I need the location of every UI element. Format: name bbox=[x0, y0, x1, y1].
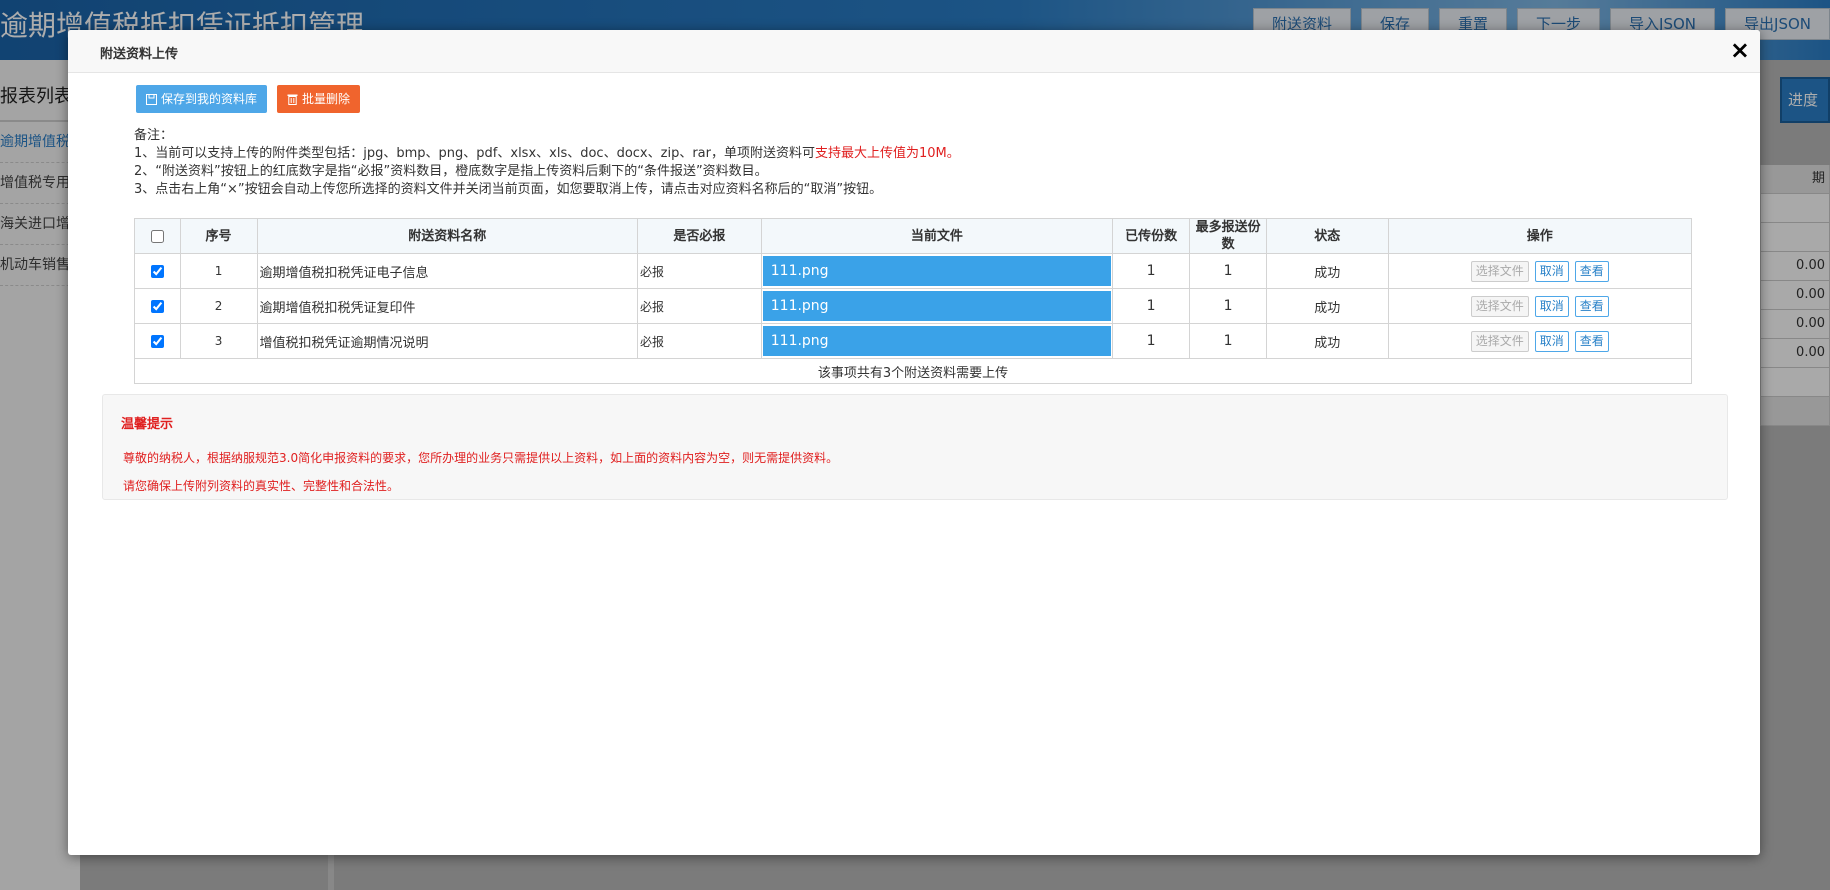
save-to-library-label: 保存到我的资料库 bbox=[161, 92, 258, 106]
warm-tips-title: 温馨提示 bbox=[121, 417, 174, 432]
row-current-file-cell: 111.png bbox=[760, 323, 1114, 359]
view-button[interactable]: 查看 bbox=[1574, 295, 1609, 317]
cancel-button[interactable]: 取消 bbox=[1534, 295, 1569, 317]
row-status: 成功 bbox=[1266, 288, 1389, 324]
table-footer: 该事项共有3个附送资料需要上传 bbox=[134, 358, 1692, 384]
row-checkbox[interactable] bbox=[150, 264, 164, 278]
table-row: 1 逾期增值税扣税凭证电子信息 必报 111.png 1 1 成功 选择文件 取消… bbox=[134, 253, 1692, 289]
row-ops: 选择文件 取消 查看 bbox=[1387, 288, 1692, 324]
close-icon[interactable]: × bbox=[1730, 36, 1750, 64]
upload-materials-dialog: 附送资料上传 × 保存到我的资料库 批量删除 备注： 1、当前可以支持上传的附件… bbox=[68, 30, 1760, 855]
column-header-current-file: 当前文件 bbox=[760, 218, 1114, 254]
table-row: 2 逾期增值税扣税凭证复印件 必报 111.png 1 1 成功 选择文件 取消查… bbox=[134, 288, 1692, 324]
view-button[interactable]: 查看 bbox=[1574, 260, 1609, 282]
choose-file-button[interactable]: 选择文件 bbox=[1470, 260, 1529, 282]
warm-tips-line-2: 请您确保上传附列资料的真实性、完整性和合法性。 bbox=[123, 479, 400, 493]
save-icon bbox=[146, 93, 157, 105]
dialog-title: 附送资料上传 bbox=[100, 47, 179, 62]
row-current-file-cell: 111.png bbox=[760, 253, 1114, 289]
row-current-file-cell: 111.png bbox=[760, 288, 1114, 324]
row-checkbox[interactable] bbox=[150, 334, 164, 348]
select-all-cell bbox=[134, 218, 181, 254]
dialog-header: 附送资料上传 × bbox=[68, 30, 1760, 73]
column-header-ops: 操作 bbox=[1387, 218, 1692, 254]
row-required: 必报 bbox=[637, 253, 762, 289]
cancel-button[interactable]: 取消 bbox=[1534, 330, 1569, 352]
row-index: 1 bbox=[179, 253, 258, 289]
row-status: 成功 bbox=[1266, 323, 1389, 359]
row-current-file: 111.png bbox=[762, 291, 1112, 321]
notes-line-3: 3、点击右上角“×”按钮会自动上传您所选择的资料文件并关闭当前页面，如您要取消上… bbox=[134, 182, 883, 197]
row-ops: 选择文件 取消 查看 bbox=[1387, 323, 1692, 359]
row-select-cell bbox=[134, 253, 181, 289]
table-row: 3 增值税扣税凭证逾期情况说明 必报 111.png 1 1 成功 选择文件 取消… bbox=[134, 323, 1692, 359]
column-header-status: 状态 bbox=[1266, 218, 1389, 254]
table-footer-row: 该事项共有3个附送资料需要上传 bbox=[134, 358, 1692, 384]
batch-delete-label: 批量删除 bbox=[302, 92, 351, 106]
column-header-uploaded: 已传份数 bbox=[1112, 218, 1191, 254]
warm-tips-line-1: 尊敬的纳税人，根据纳服规范3.0简化申报资料的要求，您所办理的业务只需提供以上资… bbox=[123, 451, 839, 465]
dialog-actions: 保存到我的资料库 批量删除 bbox=[136, 85, 370, 113]
attachments-table: 序号 附送资料名称 是否必报 当前文件 已传份数 最多报送份数 状态 操作 1 … bbox=[134, 218, 1692, 384]
row-max: 1 bbox=[1189, 323, 1268, 359]
column-header-name: 附送资料名称 bbox=[256, 218, 639, 254]
row-uploaded: 1 bbox=[1112, 323, 1191, 359]
row-index: 3 bbox=[179, 323, 258, 359]
notes-heading: 备注： bbox=[134, 128, 174, 143]
row-required: 必报 bbox=[637, 323, 762, 359]
row-select-cell bbox=[134, 288, 181, 324]
notes-line-2: 2、“附送资料”按钮上的红底数字是指“必报”资料数目，橙底数字是指上传资料后剩下… bbox=[134, 164, 768, 179]
row-required: 必报 bbox=[637, 288, 762, 324]
notes-section: 备注： 1、当前可以支持上传的附件类型包括：jpg、bmp、png、pdf、xl… bbox=[134, 127, 960, 199]
select-all-checkbox[interactable] bbox=[150, 229, 164, 243]
row-ops: 选择文件 取消 查看 bbox=[1387, 253, 1692, 289]
row-material-name: 增值税扣税凭证逾期情况说明 bbox=[256, 323, 639, 359]
choose-file-button[interactable]: 选择文件 bbox=[1470, 295, 1529, 317]
choose-file-button[interactable]: 选择文件 bbox=[1470, 330, 1529, 352]
row-select-cell bbox=[134, 323, 181, 359]
column-header-index: 序号 bbox=[179, 218, 258, 254]
notes-line-1-text: 1、当前可以支持上传的附件类型包括：jpg、bmp、png、pdf、xlsx、x… bbox=[134, 146, 815, 161]
row-material-name: 逾期增值税扣税凭证电子信息 bbox=[256, 253, 639, 289]
row-max: 1 bbox=[1189, 253, 1268, 289]
table-header-row: 序号 附送资料名称 是否必报 当前文件 已传份数 最多报送份数 状态 操作 bbox=[134, 218, 1692, 254]
row-material-name: 逾期增值税扣税凭证复印件 bbox=[256, 288, 639, 324]
row-max: 1 bbox=[1189, 288, 1268, 324]
batch-delete-button[interactable]: 批量删除 bbox=[277, 85, 361, 113]
column-header-max: 最多报送份数 bbox=[1189, 218, 1268, 254]
notes-line-1: 1、当前可以支持上传的附件类型包括：jpg、bmp、png、pdf、xlsx、x… bbox=[134, 145, 960, 163]
view-button[interactable]: 查看 bbox=[1574, 330, 1609, 352]
column-header-required: 是否必报 bbox=[637, 218, 762, 254]
row-current-file: 111.png bbox=[762, 256, 1112, 286]
row-index: 2 bbox=[179, 288, 258, 324]
notes-line-1-highlight: 支持最大上传值为10M。 bbox=[814, 146, 960, 161]
row-current-file: 111.png bbox=[762, 326, 1112, 356]
row-status: 成功 bbox=[1266, 253, 1389, 289]
row-uploaded: 1 bbox=[1112, 253, 1191, 289]
row-checkbox[interactable] bbox=[150, 299, 164, 313]
trash-icon bbox=[287, 94, 298, 105]
cancel-button[interactable]: 取消 bbox=[1534, 260, 1569, 282]
save-to-library-button[interactable]: 保存到我的资料库 bbox=[136, 85, 268, 113]
row-uploaded: 1 bbox=[1112, 288, 1191, 324]
warm-tips-box: 温馨提示 尊敬的纳税人，根据纳服规范3.0简化申报资料的要求，您所办理的业务只需… bbox=[102, 394, 1728, 500]
